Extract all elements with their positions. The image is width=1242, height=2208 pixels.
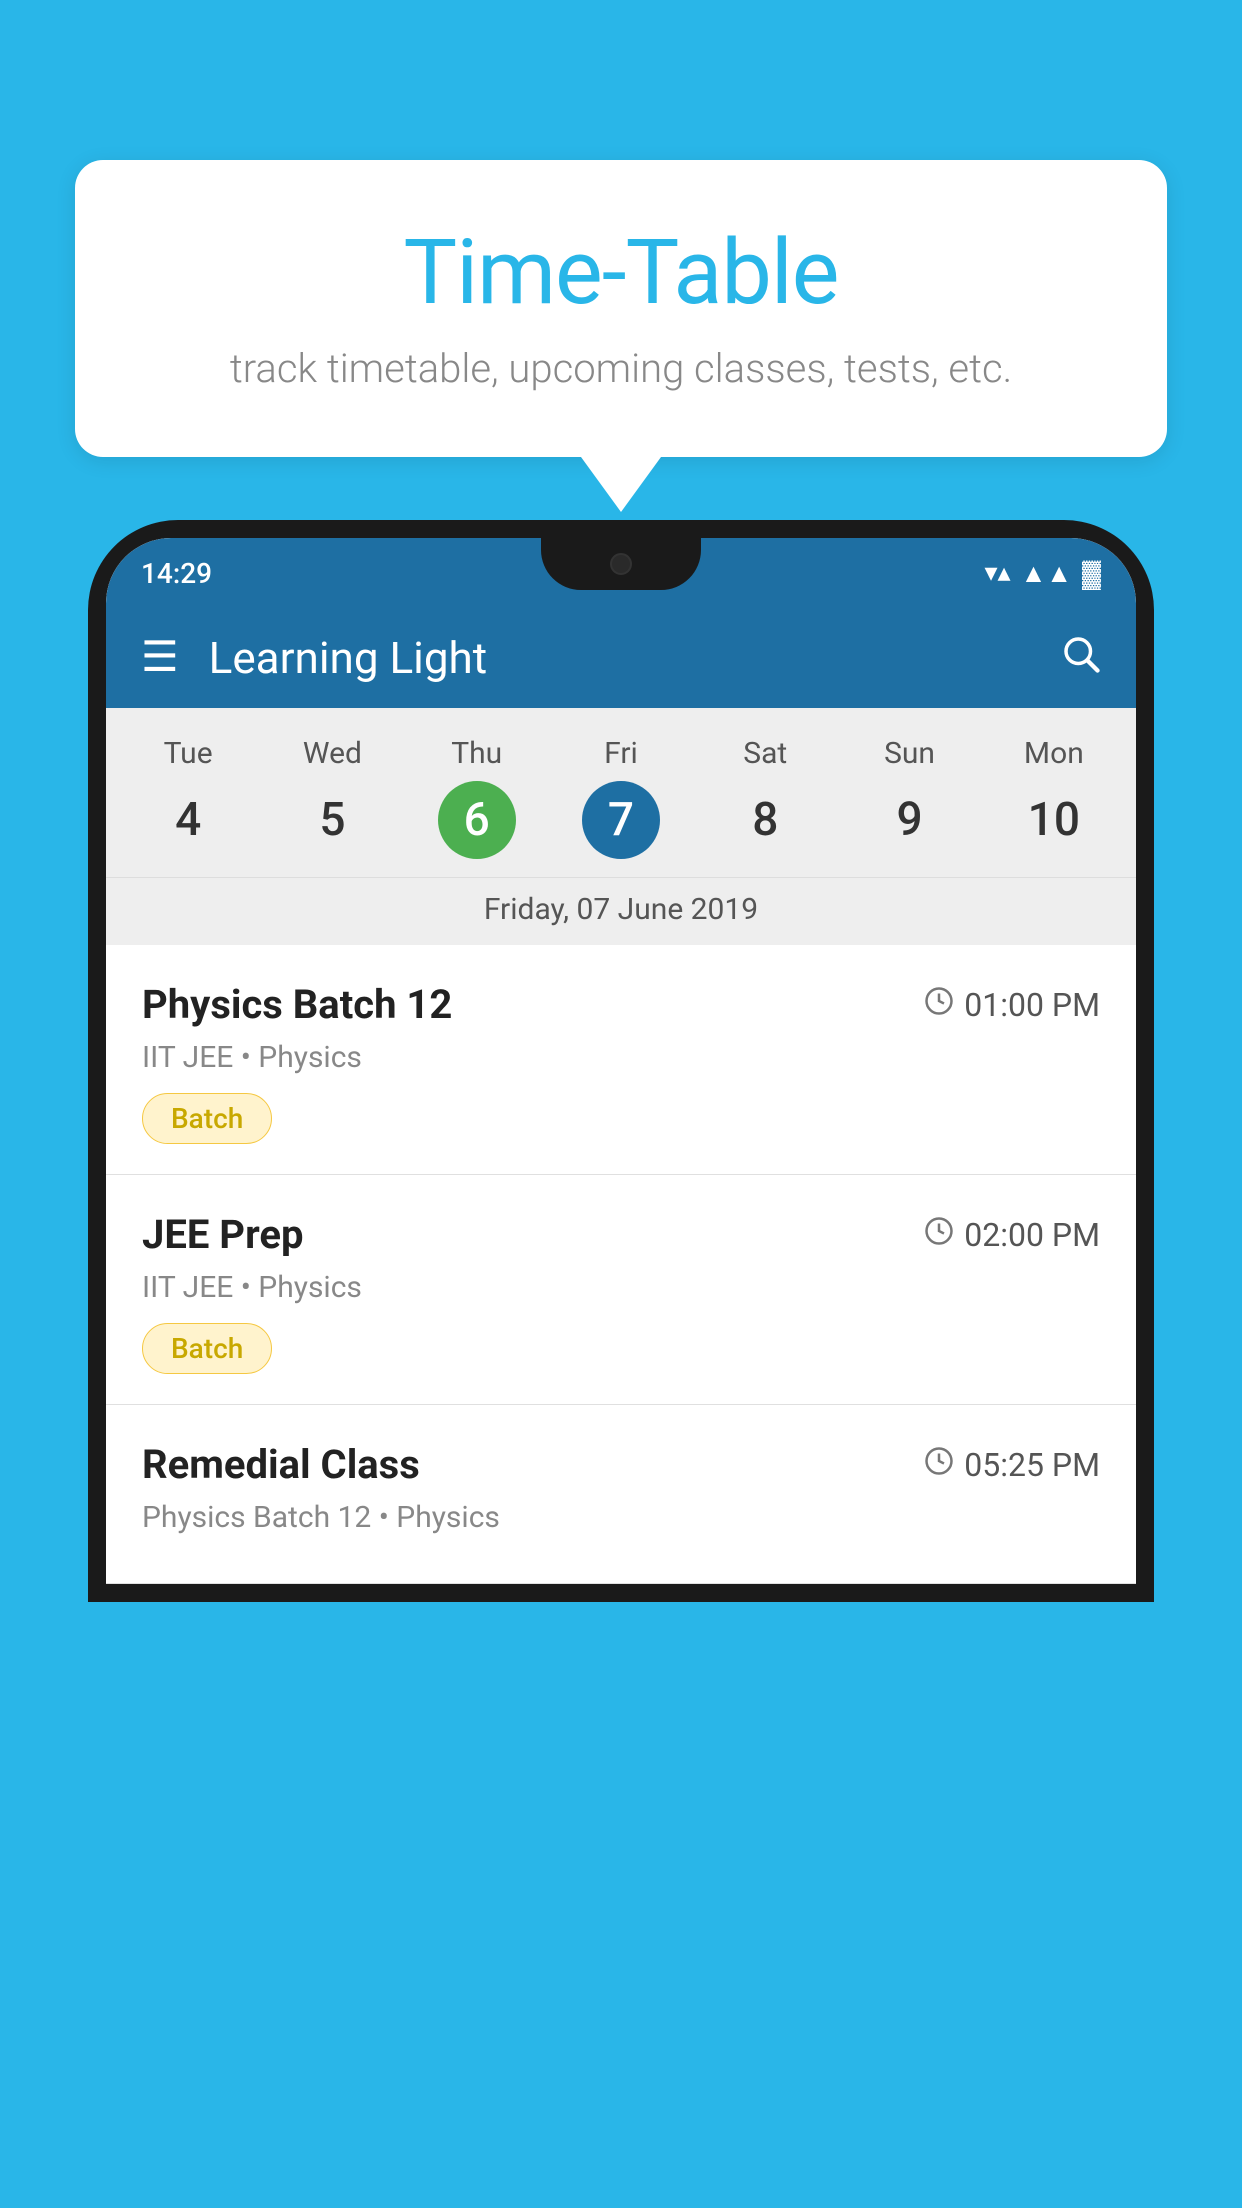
class-time-text-3: 05:25 PM	[964, 1446, 1100, 1484]
bubble-title: Time-Table	[155, 220, 1087, 325]
day-tue[interactable]: Tue 4	[116, 736, 260, 859]
selected-date-label: Friday, 07 June 2019	[106, 877, 1136, 945]
menu-icon[interactable]: ☰	[141, 637, 179, 679]
day-label-wed: Wed	[303, 736, 362, 771]
signal-icon: ▲▲	[1021, 558, 1072, 589]
class-badge-2: Batch	[142, 1323, 272, 1374]
day-mon[interactable]: Mon 10	[982, 736, 1126, 859]
day-thu[interactable]: Thu 6	[405, 736, 549, 859]
speech-bubble-arrow	[581, 457, 661, 512]
class-badge-1: Batch	[142, 1093, 272, 1144]
day-number-tue: 4	[149, 781, 227, 859]
status-time: 14:29	[141, 557, 212, 590]
class-name-1: Physics Batch 12	[142, 981, 452, 1028]
phone-outer: 14:29 ▾▴ ▲▲ ▓ ☰ Learning Light	[88, 520, 1154, 1602]
calendar-week: Tue 4 Wed 5 Thu 6 Fri 7	[106, 708, 1136, 945]
clock-icon-3	[924, 1446, 954, 1484]
class-time-2: 02:00 PM	[924, 1216, 1100, 1254]
class-item-header-3: Remedial Class 05:25 PM	[142, 1441, 1100, 1488]
class-meta-2: IIT JEE • Physics	[142, 1270, 1100, 1305]
day-number-thu: 6	[438, 781, 516, 859]
status-icons: ▾▴ ▲▲ ▓	[984, 558, 1101, 589]
class-time-text-1: 01:00 PM	[964, 986, 1100, 1024]
class-name-2: JEE Prep	[142, 1211, 303, 1258]
day-label-tue: Tue	[164, 736, 213, 771]
day-label-mon: Mon	[1024, 736, 1084, 771]
day-label-thu: Thu	[451, 736, 502, 771]
class-item-header-1: Physics Batch 12 01:00 PM	[142, 981, 1100, 1028]
class-meta-3: Physics Batch 12 • Physics	[142, 1500, 1100, 1535]
day-number-sun: 9	[871, 781, 949, 859]
bubble-subtitle: track timetable, upcoming classes, tests…	[155, 345, 1087, 392]
class-item-1[interactable]: Physics Batch 12 01:00 PM IIT JEE • Phys…	[106, 945, 1136, 1175]
app-bar-title: Learning Light	[209, 632, 1059, 684]
class-item-2[interactable]: JEE Prep 02:00 PM IIT JEE • Physics Batc…	[106, 1175, 1136, 1405]
day-number-sat: 8	[726, 781, 804, 859]
phone-screen: Tue 4 Wed 5 Thu 6 Fri 7	[106, 708, 1136, 1584]
day-wed[interactable]: Wed 5	[260, 736, 404, 859]
camera-dot	[610, 553, 632, 575]
day-sun[interactable]: Sun 9	[837, 736, 981, 859]
day-number-fri: 7	[582, 781, 660, 859]
class-name-3: Remedial Class	[142, 1441, 420, 1488]
wifi-icon: ▾▴	[984, 558, 1010, 588]
day-label-sun: Sun	[884, 736, 935, 771]
speech-bubble-card: Time-Table track timetable, upcoming cla…	[75, 160, 1167, 457]
week-days-row: Tue 4 Wed 5 Thu 6 Fri 7	[106, 728, 1136, 867]
day-number-wed: 5	[293, 781, 371, 859]
class-time-text-2: 02:00 PM	[964, 1216, 1100, 1254]
day-sat[interactable]: Sat 8	[693, 736, 837, 859]
phone-mockup: 14:29 ▾▴ ▲▲ ▓ ☰ Learning Light	[88, 520, 1154, 2208]
search-icon[interactable]	[1059, 632, 1101, 685]
day-fri[interactable]: Fri 7	[549, 736, 693, 859]
phone-inner: 14:29 ▾▴ ▲▲ ▓ ☰ Learning Light	[106, 538, 1136, 1584]
clock-icon-1	[924, 986, 954, 1024]
class-time-1: 01:00 PM	[924, 986, 1100, 1024]
status-bar: 14:29 ▾▴ ▲▲ ▓	[106, 538, 1136, 608]
speech-bubble-section: Time-Table track timetable, upcoming cla…	[75, 160, 1167, 512]
phone-notch	[541, 538, 701, 590]
clock-icon-2	[924, 1216, 954, 1254]
app-bar: ☰ Learning Light	[106, 608, 1136, 708]
class-time-3: 05:25 PM	[924, 1446, 1100, 1484]
class-meta-1: IIT JEE • Physics	[142, 1040, 1100, 1075]
day-label-sat: Sat	[743, 736, 787, 771]
day-label-fri: Fri	[604, 736, 638, 771]
class-item-3[interactable]: Remedial Class 05:25 PM Physics Batch 12…	[106, 1405, 1136, 1584]
class-item-header-2: JEE Prep 02:00 PM	[142, 1211, 1100, 1258]
battery-icon: ▓	[1082, 558, 1101, 589]
day-number-mon: 10	[1015, 781, 1093, 859]
